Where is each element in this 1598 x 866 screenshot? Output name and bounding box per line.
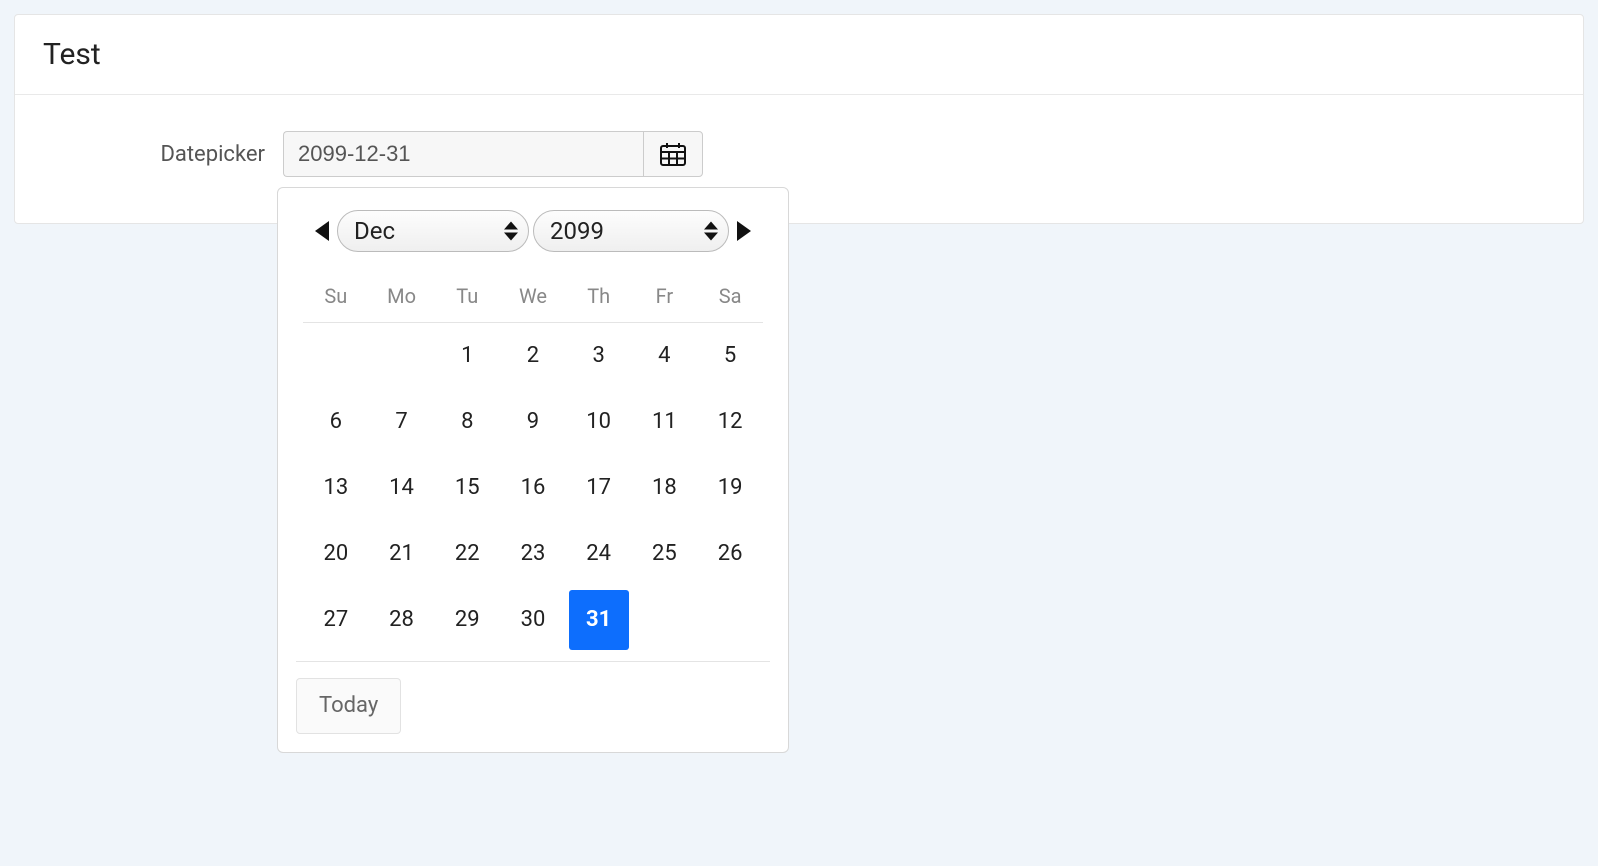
weekday-heading: We (500, 274, 566, 323)
year-select-value: 2099 (550, 217, 604, 245)
date-input[interactable] (283, 131, 643, 177)
calendar-day[interactable]: 6 (306, 392, 366, 452)
calendar-day[interactable]: 15 (437, 458, 497, 518)
weekday-heading: Mo (369, 274, 435, 323)
datepicker-footer: Today (296, 661, 770, 734)
spinner-icon (704, 222, 718, 241)
calendar-day[interactable]: 22 (437, 524, 497, 584)
calendar-toggle-button[interactable] (643, 131, 703, 177)
month-select[interactable]: Dec (337, 210, 529, 252)
calendar-day[interactable]: 10 (569, 392, 629, 452)
calendar-day[interactable]: 13 (306, 458, 366, 518)
today-button[interactable]: Today (296, 678, 401, 734)
calendar-day[interactable]: 21 (372, 524, 432, 584)
calendar-day[interactable]: 3 (569, 326, 629, 386)
calendar-week-row: 13141516171819 (303, 455, 763, 521)
next-month-button[interactable] (737, 221, 751, 241)
calendar-grid: Su Mo Tu We Th Fr Sa 1234567891011121314… (303, 274, 763, 653)
panel-title: Test (15, 15, 1583, 95)
datepicker-nav: Dec 2099 (296, 210, 770, 252)
calendar-day[interactable]: 20 (306, 524, 366, 584)
calendar-day[interactable]: 12 (700, 392, 760, 452)
caret-up-icon (504, 222, 518, 230)
calendar-day[interactable]: 31 (569, 590, 629, 650)
calendar-day[interactable]: 28 (372, 590, 432, 650)
calendar-day[interactable]: 24 (569, 524, 629, 584)
calendar-empty-cell (634, 587, 694, 647)
calendar-day[interactable]: 23 (503, 524, 563, 584)
year-select[interactable]: 2099 (533, 210, 729, 252)
calendar-day[interactable]: 14 (372, 458, 432, 518)
calendar-day[interactable]: 2 (503, 326, 563, 386)
calendar-day[interactable]: 30 (503, 590, 563, 650)
caret-down-icon (504, 233, 518, 241)
datepicker-field-row: Datepicker (43, 131, 1555, 177)
calendar-week-row: 6789101112 (303, 389, 763, 455)
calendar-empty-cell (306, 323, 366, 383)
calendar-day[interactable]: 9 (503, 392, 563, 452)
weekday-heading: Tu (434, 274, 500, 323)
calendar-day[interactable]: 8 (437, 392, 497, 452)
calendar-icon (660, 142, 686, 166)
calendar-day[interactable]: 26 (700, 524, 760, 584)
panel: Test Datepicker (14, 14, 1584, 224)
calendar-day[interactable]: 1 (437, 326, 497, 386)
calendar-day[interactable]: 18 (634, 458, 694, 518)
calendar-day[interactable]: 25 (634, 524, 694, 584)
calendar-day[interactable]: 27 (306, 590, 366, 650)
calendar-day[interactable]: 29 (437, 590, 497, 650)
month-select-value: Dec (354, 217, 395, 245)
calendar-week-row: 20212223242526 (303, 521, 763, 587)
caret-up-icon (704, 222, 718, 230)
weekday-heading: Th (566, 274, 632, 323)
calendar-week-row: 2728293031 (303, 587, 763, 653)
datepicker-popup: Dec 2099 (277, 187, 789, 753)
calendar-day[interactable]: 17 (569, 458, 629, 518)
prev-month-button[interactable] (315, 221, 329, 241)
calendar-week-row: 12345 (303, 323, 763, 389)
weekday-heading: Sa (697, 274, 763, 323)
calendar-day[interactable]: 11 (634, 392, 694, 452)
calendar-day[interactable]: 4 (634, 326, 694, 386)
panel-body: Datepicker (15, 95, 1583, 223)
datepicker-label: Datepicker (43, 142, 283, 167)
calendar-day[interactable]: 16 (503, 458, 563, 518)
spinner-icon (504, 222, 518, 241)
calendar-empty-cell (372, 323, 432, 383)
weekday-header-row: Su Mo Tu We Th Fr Sa (303, 274, 763, 323)
weekday-heading: Su (303, 274, 369, 323)
weekday-heading: Fr (632, 274, 698, 323)
calendar-day[interactable]: 7 (372, 392, 432, 452)
calendar-day[interactable]: 5 (700, 326, 760, 386)
date-input-group (283, 131, 703, 177)
calendar-empty-cell (700, 587, 760, 647)
calendar-day[interactable]: 19 (700, 458, 760, 518)
caret-down-icon (704, 233, 718, 241)
